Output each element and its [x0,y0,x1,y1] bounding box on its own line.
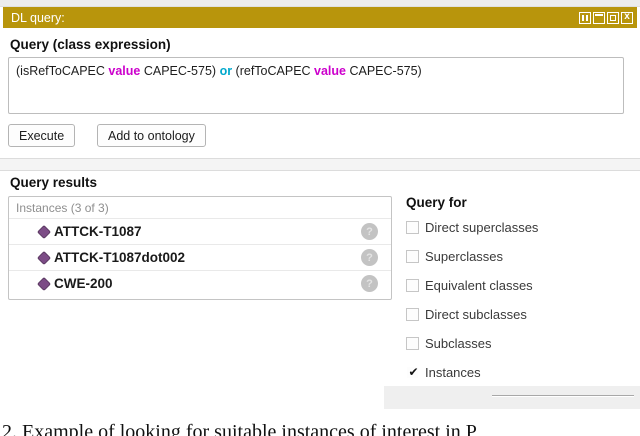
results-list: Instances (3 of 3) ATTCK-T1087 ? ATTCK-T… [8,196,392,300]
split-view-icon[interactable] [579,12,591,24]
result-row[interactable]: ATTCK-T1087dot002 ? [9,244,391,270]
checkmark-icon: ✔ [407,364,420,380]
result-row[interactable]: ATTCK-T1087 ? [9,218,391,244]
minimize-icon[interactable] [593,12,605,24]
dl-query-window: DL query: x Query (class expression) (is… [0,0,640,436]
dl-query-titlebar[interactable]: DL query: x [3,7,637,28]
checkbox-box[interactable] [406,337,419,350]
maximize-icon[interactable] [607,12,619,24]
checkbox-superclasses[interactable]: Superclasses [406,249,503,264]
checkbox-box[interactable] [406,308,419,321]
expr-text: (isRefToCAPEC value CAPEC-575) or (refTo… [16,64,422,78]
checkbox-equivalent-classes[interactable]: Equivalent classes [406,278,533,293]
execute-button[interactable]: Execute [8,124,75,147]
result-row[interactable]: CWE-200 ? [9,270,391,296]
window-controls: x [579,12,633,24]
explain-icon[interactable]: ? [361,275,378,292]
checkbox-direct-superclasses[interactable]: Direct superclasses [406,220,538,235]
result-label: CWE-200 [54,276,113,291]
result-label: ATTCK-T1087 [54,224,142,239]
class-expression-input[interactable]: (isRefToCAPEC value CAPEC-575) or (refTo… [8,57,624,114]
checkbox-label: Equivalent classes [425,278,533,293]
checkbox-box[interactable] [406,279,419,292]
checkbox-label: Direct subclasses [425,307,527,322]
checkbox-box[interactable] [406,250,419,263]
result-label: ATTCK-T1087dot002 [54,250,185,265]
explain-icon[interactable]: ? [361,249,378,266]
checkbox-label: Superclasses [425,249,503,264]
checkbox-label: Subclasses [425,336,491,351]
value-keyword: value [314,64,346,78]
query-results-heading: Query results [10,175,97,190]
explain-icon[interactable]: ? [361,223,378,240]
add-to-ontology-button[interactable]: Add to ontology [97,124,206,147]
query-section-heading: Query (class expression) [10,37,171,52]
checkbox-label: Direct superclasses [425,220,538,235]
checkbox-subclasses[interactable]: Subclasses [406,336,491,351]
individual-icon [37,276,51,290]
individual-icon [37,224,51,238]
instances-count-label: Instances (3 of 3) [9,197,391,218]
close-icon[interactable]: x [621,12,633,24]
query-for-heading: Query for [406,195,467,210]
footer-divider [492,395,634,397]
value-keyword: value [108,64,140,78]
section-divider [0,158,640,171]
checkbox-instances[interactable]: ✔ Instances [406,365,481,380]
top-strip [0,0,640,7]
checkbox-box[interactable]: ✔ [406,366,419,379]
window-title: DL query: [11,11,579,25]
checkbox-direct-subclasses[interactable]: Direct subclasses [406,307,527,322]
or-keyword: or [220,64,233,78]
checkbox-box[interactable] [406,221,419,234]
individual-icon [37,250,51,264]
figure-caption-area: 2. Example of looking for suitable insta… [0,410,640,436]
checkbox-label: Instances [425,365,481,380]
panel-footer [384,386,640,409]
figure-caption: 2. Example of looking for suitable insta… [2,421,477,436]
